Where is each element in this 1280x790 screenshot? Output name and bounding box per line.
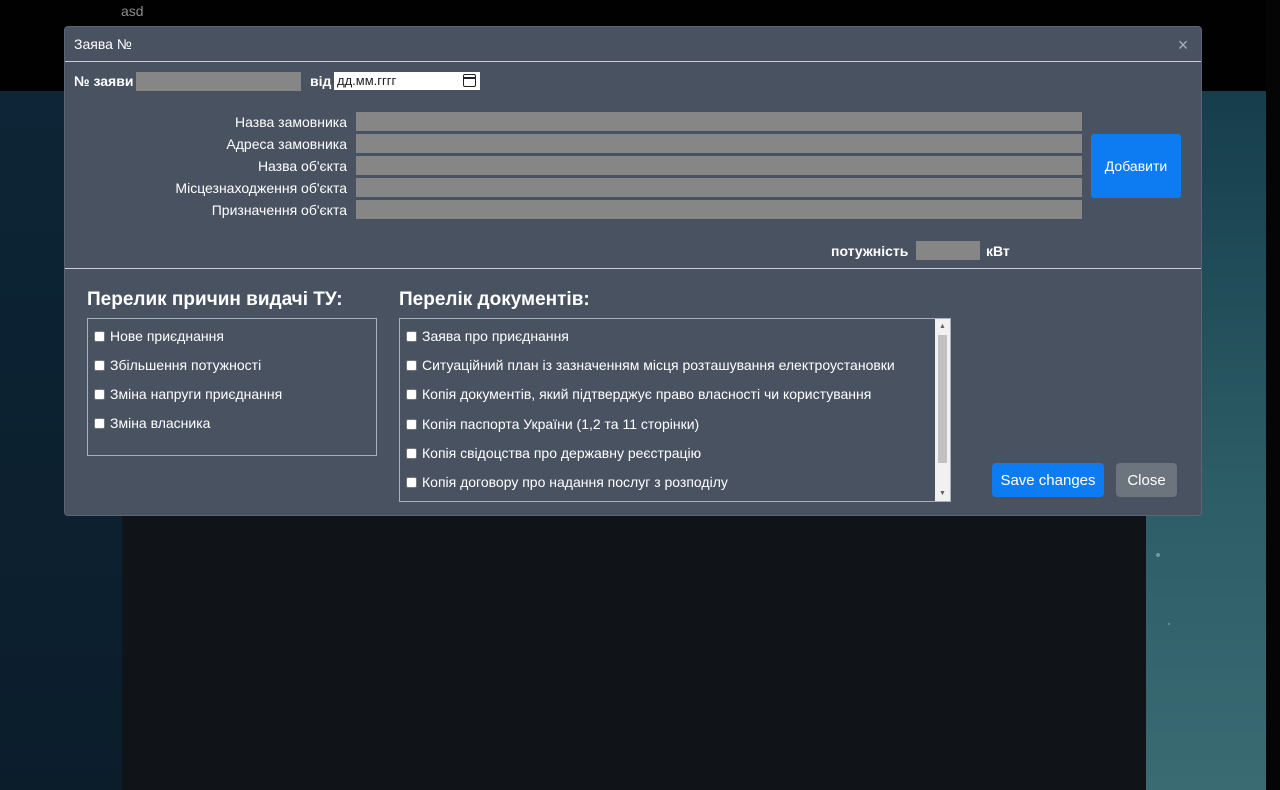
reason-checkbox[interactable] — [94, 330, 105, 342]
power-label: потужність — [831, 243, 909, 259]
document-label: Копія свідоцства про державну реєстрацію — [422, 445, 702, 461]
modal-title: Заява № — [74, 36, 132, 52]
object-purpose-input[interactable] — [356, 200, 1082, 219]
document-checkbox[interactable] — [406, 388, 417, 400]
reasons-title: Перелик причин видачі ТУ: — [87, 289, 343, 310]
document-item[interactable]: Копія свідоцства про державну реєстрацію — [406, 444, 701, 462]
document-checkbox[interactable] — [406, 418, 417, 430]
close-button[interactable]: Close — [1116, 463, 1177, 497]
calendar-icon[interactable] — [463, 74, 476, 87]
reason-label: Зміна власника — [110, 415, 211, 431]
reason-item[interactable]: Збільшення потужності — [94, 356, 261, 374]
application-number-input[interactable] — [136, 72, 301, 91]
reasons-list: Нове приєднання Збільшення потужності Зм… — [87, 318, 377, 456]
application-number-label: № заяви — [74, 73, 134, 89]
reason-checkbox[interactable] — [94, 388, 105, 400]
field-label-object-purpose: Призначення об'єкта — [211, 202, 347, 218]
reason-item[interactable]: Зміна напруги приєднання — [94, 385, 282, 403]
document-item[interactable]: Копія паспорта України (1,2 та 11 сторін… — [406, 415, 699, 433]
field-label-customer-address: Адреса замовника — [226, 136, 347, 152]
documents-title: Перелік документів: — [399, 289, 590, 310]
close-icon[interactable]: × — [1174, 36, 1192, 54]
sparkle-decoration — [1156, 553, 1160, 557]
document-item[interactable]: Копія договору про надання послуг з розп… — [406, 473, 728, 491]
section-divider — [65, 268, 1201, 269]
date-input[interactable]: дд.мм.гггг — [334, 72, 480, 90]
document-checkbox[interactable] — [406, 447, 417, 459]
reason-label: Зміна напруги приєднання — [110, 386, 283, 402]
scrollbar-thumb[interactable] — [938, 335, 947, 463]
sparkle-decoration — [1168, 623, 1170, 625]
page-top-text: asd — [121, 3, 144, 19]
date-placeholder: дд.мм.гггг — [337, 73, 397, 88]
documents-list[interactable]: Заява про приєднання Ситуаційний план із… — [399, 318, 951, 502]
field-label-customer-name: Назва замовника — [235, 114, 347, 130]
reason-item[interactable]: Зміна власника — [94, 414, 210, 432]
field-label-object-name: Назва об'єкта — [257, 158, 347, 174]
document-label: Копія документів, який підтверджує право… — [422, 386, 872, 402]
field-label-object-location: Місцезнаходження об'єкта — [175, 180, 347, 196]
scroll-up-icon[interactable]: ▲ — [935, 319, 950, 334]
customer-address-input[interactable] — [356, 134, 1082, 153]
application-modal: Заява № × № заяви від дд.мм.гггг Назва з… — [64, 26, 1202, 516]
reason-label: Збільшення потужності — [110, 357, 262, 373]
modal-header: Заява № × — [65, 27, 1201, 62]
document-label: Копія договору про надання послуг з розп… — [422, 474, 728, 490]
reason-item[interactable]: Нове приєднання — [94, 327, 224, 345]
reason-label: Нове приєднання — [110, 328, 224, 344]
save-changes-button[interactable]: Save changes — [992, 463, 1104, 497]
reason-checkbox[interactable] — [94, 359, 105, 371]
document-checkbox[interactable] — [406, 476, 417, 488]
scroll-down-icon[interactable]: ▼ — [935, 486, 950, 501]
reason-checkbox[interactable] — [94, 417, 105, 429]
customer-name-input[interactable] — [356, 112, 1082, 131]
object-location-input[interactable] — [356, 178, 1082, 197]
object-name-input[interactable] — [356, 156, 1082, 175]
power-input[interactable] — [916, 241, 980, 260]
document-label: Заява про приєднання — [422, 328, 569, 344]
document-label: Ситуаційний план із зазначенням місця ро… — [422, 357, 895, 373]
power-unit-label: кВт — [986, 243, 1010, 259]
document-checkbox[interactable] — [406, 330, 417, 342]
documents-scrollbar[interactable]: ▲ ▼ — [935, 319, 950, 501]
document-checkbox[interactable] — [406, 359, 417, 371]
date-from-label: від — [310, 73, 332, 89]
document-label: Копія паспорта України (1,2 та 11 сторін… — [422, 416, 700, 432]
document-item[interactable]: Ситуаційний план із зазначенням місця ро… — [406, 356, 895, 374]
add-button[interactable]: Добавити — [1091, 134, 1181, 198]
document-item[interactable]: Заява про приєднання — [406, 327, 569, 345]
document-item[interactable]: Копія документів, який підтверджує право… — [406, 385, 871, 403]
page-scrollbar[interactable] — [1266, 0, 1280, 790]
